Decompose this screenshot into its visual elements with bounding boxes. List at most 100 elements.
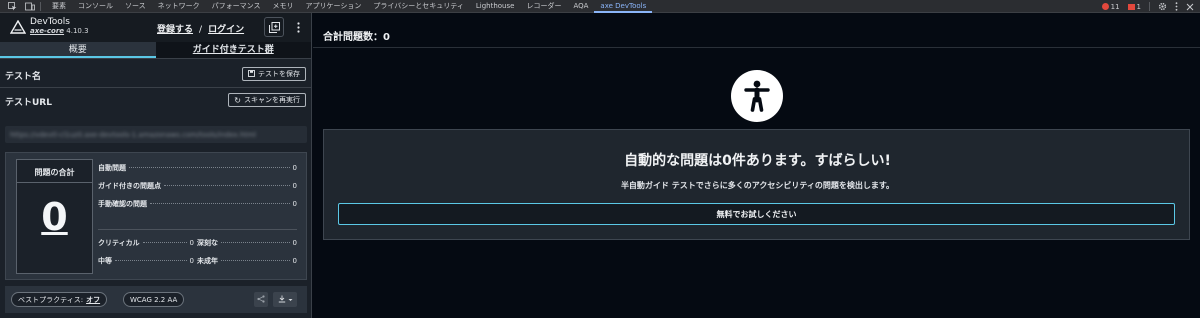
stat-label: 中等 <box>98 257 112 265</box>
stat-label: クリティカル <box>98 239 140 247</box>
free-trial-button[interactable]: 無料でお試しください <box>338 203 1175 225</box>
rescan-button[interactable]: ↻ スキャンを再実行 <box>228 93 306 107</box>
stat-label: 深刻な <box>197 239 218 247</box>
save-test-button[interactable]: テストを保存 <box>242 67 306 81</box>
stat-value: 0 <box>189 239 194 247</box>
multi-page-button[interactable] <box>264 17 284 37</box>
results-panel: 合計問題数：0 自動的な問題は0件あります。すばらしい! 半自動ガイド テストで… <box>313 13 1200 318</box>
stat-label: 未成年 <box>197 257 218 265</box>
share-icon <box>257 294 265 305</box>
inspect-element-icon[interactable] <box>6 1 18 11</box>
tab-memory[interactable]: メモリ <box>267 0 300 13</box>
tab-network[interactable]: ネットワーク <box>152 0 206 13</box>
tab-recorder[interactable]: レコーダー <box>520 0 567 13</box>
brand-name: DevTools <box>30 17 70 27</box>
copy-plus-icon <box>268 18 280 37</box>
close-devtools-icon[interactable] <box>1186 3 1194 11</box>
stat-value: 0 <box>292 257 297 265</box>
issue-summary-card: 問題の合計 0 自動問題 0 ガイド付きの問題点 0 手動確認の問題 0 クリティカル… <box>5 152 307 280</box>
version-number: 4.10.3 <box>66 27 89 35</box>
issue-icon <box>1127 3 1135 10</box>
test-url-field[interactable]: https://vdevtl-cl1uz0.axe-devtools-1.ama… <box>5 126 307 143</box>
stat-serious: 深刻な 0 <box>197 238 297 248</box>
test-name-label: テスト名 <box>5 72 42 82</box>
version-label: axe-core 4.10.3 <box>30 27 89 36</box>
best-practices-value: オフ <box>86 295 101 304</box>
error-icon <box>1101 3 1109 10</box>
total-issues-count[interactable]: 0 <box>17 195 92 239</box>
stat-value: 0 <box>292 200 297 208</box>
stat-automatic-issues: 自動問題 0 <box>98 163 297 173</box>
axe-logo-icon <box>9 19 27 34</box>
no-issues-card: 自動的な問題は0件あります。すばらしい! 半自動ガイド テストでさらに多くのアク… <box>323 129 1190 240</box>
sidebar-tabs: 概要 ガイド付きテスト群 <box>0 42 311 59</box>
stat-guided-issues: ガイド付きの問題点 0 <box>98 181 297 191</box>
tab-guided-tests[interactable]: ガイド付きテスト群 <box>155 42 311 58</box>
wcag-label: WCAG 2.2 AA <box>130 295 178 304</box>
tab-application[interactable]: アプリケーション <box>300 0 368 13</box>
error-counter[interactable]: 11 <box>1101 2 1120 11</box>
total-issues-heading-label: 合計問題数： <box>323 32 383 43</box>
best-practices-label: ベストプラクティス: <box>18 295 84 304</box>
stat-label: 自動問題 <box>98 164 126 172</box>
stat-manual-issues: 手動確認の問題 0 <box>98 199 297 209</box>
download-icon <box>278 295 286 305</box>
test-url-label: テストURL <box>5 98 52 108</box>
issue-counter[interactable]: 1 <box>1127 2 1141 11</box>
settings-icon[interactable] <box>1158 2 1167 11</box>
stat-value: 0 <box>292 164 297 172</box>
test-name-row: テスト名 テストを保存 <box>0 66 312 86</box>
stat-label: ガイド付きの問題点 <box>98 182 161 190</box>
stat-value: 0 <box>292 239 297 247</box>
stat-critical: クリティカル 0 <box>98 238 194 248</box>
tab-privacy-security[interactable]: プライバシーとセキュリティ <box>367 0 469 13</box>
tab-sources[interactable]: ソース <box>119 0 152 13</box>
total-issues-value: 0 <box>41 195 68 239</box>
stat-value: 0 <box>189 257 194 265</box>
divider <box>98 229 297 230</box>
toolbar-divider <box>1149 2 1150 11</box>
issue-count: 1 <box>1136 2 1141 11</box>
refresh-icon: ↻ <box>234 95 241 105</box>
sidebar-menu-button[interactable] <box>288 17 308 37</box>
devtools-tab-strip: 要素 コンソール ソース ネットワーク パフォーマンス メモリ アプリケーション… <box>0 0 1200 13</box>
tab-elements[interactable]: 要素 <box>46 0 72 13</box>
tab-aqa[interactable]: AQA <box>567 0 594 13</box>
axe-sidebar: DevTools axe-core 4.10.3 登録する / ログイン 概要 ガイ… <box>0 13 312 318</box>
export-button[interactable] <box>273 292 297 307</box>
divider <box>313 47 1200 48</box>
toolbar-divider <box>40 1 41 11</box>
more-options-icon[interactable] <box>1175 2 1178 11</box>
tab-performance[interactable]: パフォーマンス <box>206 0 267 13</box>
stat-label: 手動確認の問題 <box>98 200 147 208</box>
accessibility-icon <box>731 70 783 122</box>
wcag-level-selector[interactable]: WCAG 2.2 AA <box>123 292 185 307</box>
save-icon <box>248 69 255 79</box>
test-url-value: https://vdevtl-cl1uz0.axe-devtools-1.ama… <box>10 131 256 139</box>
axe-core-link[interactable]: axe-core <box>30 27 64 35</box>
tab-axe-devtools[interactable]: axe DevTools <box>594 0 653 13</box>
tab-console[interactable]: コンソール <box>72 0 119 13</box>
error-count: 11 <box>1110 2 1120 11</box>
total-issues-heading-value: 0 <box>383 32 390 43</box>
total-issues-box: 問題の合計 0 <box>16 159 93 274</box>
divider <box>17 182 92 183</box>
register-link[interactable]: 登録する <box>157 25 193 35</box>
divider <box>0 87 312 88</box>
result-headline: 自動的な問題は0件あります。すばらしい! <box>624 153 891 169</box>
more-vertical-icon <box>296 18 300 37</box>
stat-moderate: 中等 0 <box>98 256 194 266</box>
tab-overview[interactable]: 概要 <box>0 42 156 58</box>
share-button[interactable] <box>254 292 268 307</box>
best-practices-toggle[interactable]: ベストプラクティス: オフ <box>11 292 108 307</box>
device-toolbar-icon[interactable] <box>24 1 36 11</box>
test-url-row: テストURL ↻ スキャンを再実行 <box>0 92 312 112</box>
login-link[interactable]: ログイン <box>208 25 244 35</box>
stat-minor: 未成年 0 <box>197 256 297 266</box>
rescan-label: スキャンを再実行 <box>244 96 300 104</box>
total-issues-label: 問題の合計 <box>34 168 75 177</box>
stat-value: 0 <box>292 182 297 190</box>
sidebar-header: DevTools axe-core 4.10.3 登録する / ログイン <box>0 13 311 42</box>
total-issues-heading: 合計問題数：0 <box>323 28 390 43</box>
tab-lighthouse[interactable]: Lighthouse <box>470 0 521 13</box>
